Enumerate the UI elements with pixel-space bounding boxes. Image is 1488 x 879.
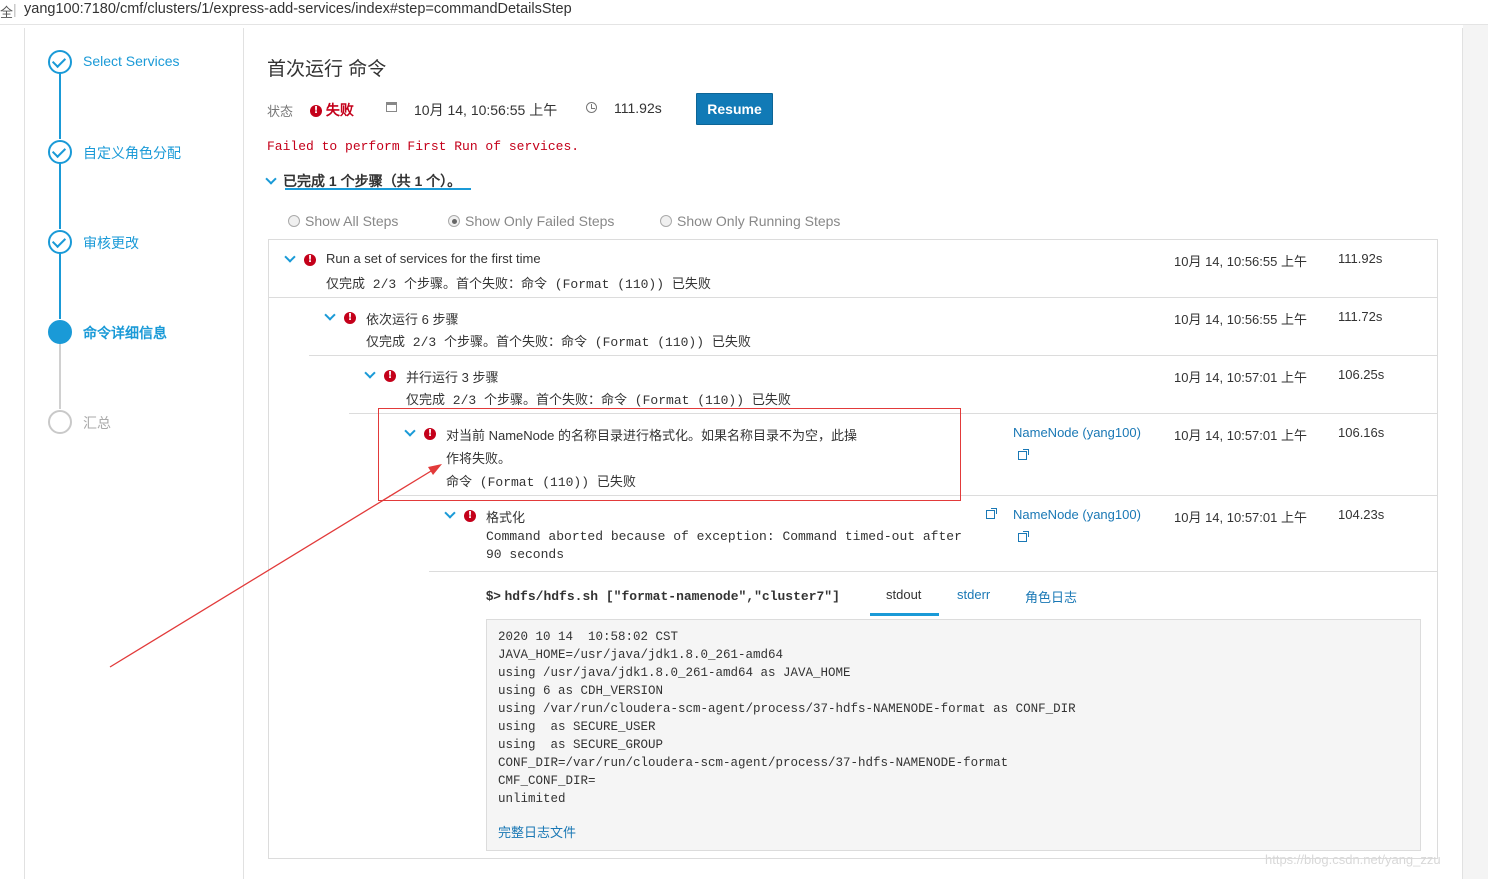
chevron-down-icon	[324, 309, 336, 321]
failure-message: Failed to perform First Run of services.	[267, 139, 580, 154]
step-done-icon	[48, 230, 72, 254]
radio-icon	[660, 215, 672, 227]
step-time: 10月 14, 10:56:55 上午	[1174, 312, 1307, 327]
chevron-down-icon	[284, 251, 296, 263]
resume-button[interactable]: Resume	[696, 93, 773, 125]
summary-underline	[285, 188, 471, 190]
step-detail: 仅完成 2/3 个步骤。首个失败：命令 (Format (110)) 已失败	[326, 277, 711, 292]
step-title: 并行运行 3 步骤	[406, 370, 499, 385]
step-title: Run a set of services for the first time	[326, 251, 541, 266]
step-duration: 106.25s	[1338, 367, 1385, 382]
step-detail-cont: 90 seconds	[486, 547, 565, 562]
chevron-down-icon	[265, 173, 277, 185]
error-icon: !	[464, 509, 476, 522]
start-time: 10月 14, 10:56:55 上午	[414, 102, 558, 118]
filter-show-running[interactable]: Show Only Running Steps	[660, 213, 840, 229]
step-duration: 104.23s	[1338, 507, 1385, 522]
wizard-connector	[59, 253, 61, 319]
row-divider	[269, 297, 1437, 298]
role-link[interactable]: NameNode (yang100)	[1013, 507, 1141, 522]
step-done-icon	[48, 50, 72, 74]
step-time: 10月 14, 10:56:55 上午	[1174, 254, 1307, 269]
tab-stderr[interactable]: stderr	[957, 587, 990, 602]
status-badge: ! 失败	[310, 100, 354, 120]
site-info-icon[interactable]: 全	[0, 2, 13, 21]
page-gutter	[1463, 25, 1488, 879]
step-active-icon	[48, 320, 72, 344]
filter-label: Show Only Running Steps	[677, 213, 841, 229]
step-time: 10月 14, 10:57:01 上午	[1174, 370, 1307, 385]
filter-show-failed[interactable]: Show Only Failed Steps	[448, 213, 614, 229]
wizard-connector	[59, 343, 61, 409]
external-link-icon[interactable]	[1018, 531, 1029, 542]
step-title: 依次运行 6 步骤	[366, 312, 459, 327]
calendar-icon	[386, 102, 397, 112]
row-divider	[429, 571, 1437, 572]
row-divider	[309, 355, 1437, 356]
step-duration: 111.72s	[1338, 309, 1383, 324]
address-separator: |	[13, 1, 17, 17]
role-link[interactable]: NameNode (yang100)	[1013, 425, 1141, 440]
status-value: 失败	[325, 102, 354, 118]
url-text[interactable]: yang100:7180/cmf/clusters/1/express-add-…	[24, 1, 572, 17]
wizard-step-review-changes[interactable]: 审核更改	[83, 233, 139, 253]
external-link-icon[interactable]	[986, 508, 997, 519]
wizard-connector	[59, 73, 61, 139]
wizard-step-select-services[interactable]: Select Services	[83, 53, 179, 69]
chevron-down-icon	[444, 507, 456, 519]
row-expand-toggle[interactable]: !	[364, 367, 396, 385]
page-title: 首次运行 命令	[267, 59, 387, 80]
wizard-step-summary: 汇总	[83, 415, 111, 431]
step-pending-icon	[48, 410, 72, 434]
filter-label: Show Only Failed Steps	[465, 213, 615, 229]
step-detail: Command aborted because of exception: Co…	[486, 529, 962, 544]
radio-icon	[288, 215, 300, 227]
page-border-right	[1462, 28, 1463, 879]
step-detail: 仅完成 2/3 个步骤。首个失败：命令 (Format (110)) 已失败	[366, 335, 751, 350]
step-time: 10月 14, 10:57:01 上午	[1174, 510, 1307, 525]
watermark: https://blog.csdn.net/yang_zzu	[1265, 852, 1441, 867]
duration: 111.92s	[614, 100, 662, 116]
step-detail: 仅完成 2/3 个步骤。首个失败：命令 (Format (110)) 已失败	[406, 393, 791, 408]
filter-show-all[interactable]: Show All Steps	[288, 213, 398, 229]
address-bar[interactable]: 全 | yang100:7180/cmf/clusters/1/express-…	[0, 0, 1488, 25]
tab-role-log[interactable]: 角色日志	[1025, 587, 1077, 606]
annotation-box	[378, 408, 961, 501]
step-time: 10月 14, 10:57:01 上午	[1174, 428, 1307, 443]
row-expand-toggle[interactable]: !	[444, 507, 476, 525]
error-icon: !	[384, 369, 396, 382]
chevron-down-icon	[364, 367, 376, 379]
prompt: $>	[486, 588, 501, 603]
command-line: $> hdfs/hdfs.sh ["format-namenode","clus…	[486, 588, 840, 604]
step-done-icon	[48, 140, 72, 164]
row-expand-toggle[interactable]: !	[324, 309, 356, 327]
tab-stdout[interactable]: stdout	[886, 587, 921, 602]
error-icon: !	[304, 253, 316, 266]
wizard-step-role-assignment[interactable]: 自定义角色分配	[83, 143, 181, 163]
step-duration: 106.16s	[1338, 425, 1385, 440]
error-icon: !	[344, 311, 356, 324]
status-label: 状态	[267, 104, 294, 119]
step-duration: 111.92s	[1338, 251, 1383, 266]
radio-selected-icon	[448, 215, 460, 227]
error-icon: !	[310, 105, 322, 118]
full-log-link[interactable]: 完整日志文件	[498, 822, 576, 841]
log-output: 2020 10 14 10:58:02 CST JAVA_HOME=/usr/j…	[498, 630, 1076, 806]
filter-label: Show All Steps	[305, 213, 399, 229]
wizard-connector	[59, 163, 61, 229]
clock-icon	[586, 102, 597, 113]
row-expand-toggle[interactable]: !	[284, 251, 316, 269]
step-title: 格式化	[486, 510, 526, 525]
command-text: hdfs/hdfs.sh ["format-namenode","cluster…	[504, 589, 840, 604]
external-link-icon[interactable]	[1018, 449, 1029, 460]
active-tab-indicator	[870, 613, 939, 616]
wizard-step-command-details[interactable]: 命令详细信息	[83, 323, 167, 343]
wizard-sidebar: Select Services 自定义角色分配 审核更改 命令详细信息 汇总	[25, 28, 244, 879]
steps-summary-text: 已完成 1 个步骤（共 1 个）。	[283, 173, 462, 189]
